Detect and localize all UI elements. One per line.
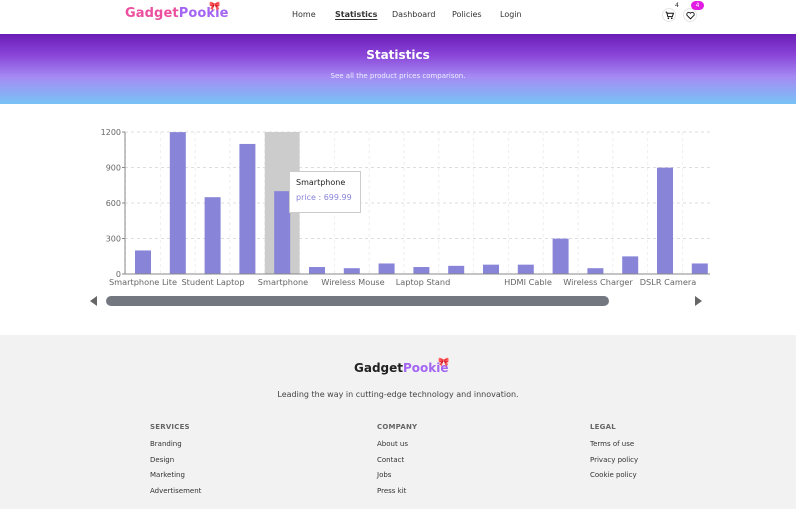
chart-bar[interactable] (448, 265, 465, 274)
x-tick-label: HDMI Cable (504, 277, 552, 287)
chart-bar[interactable] (274, 191, 291, 274)
footer-heading: SERVICES (150, 423, 190, 431)
x-tick-label: DSLR Camera (640, 277, 697, 287)
page-subtitle: See all the product prices comparison. (330, 72, 466, 80)
top-nav: GadgetPookie 🎀 Home Statistics Dashboard… (0, 0, 796, 34)
footer-heading: LEGAL (590, 423, 616, 431)
footer-link-contact[interactable]: Contact (377, 456, 417, 472)
price-chart-section: 0 300 600 900 1200 Smartphone Lite Student Lap… (0, 104, 796, 335)
nav-statistics[interactable]: Statistics (335, 10, 377, 19)
chart-bar[interactable] (587, 268, 604, 274)
x-tick-label: Laptop Stand (396, 277, 451, 287)
x-tick-label: Student Laptop (181, 277, 244, 287)
chart-bar[interactable] (691, 263, 708, 274)
footer-col-services: SERVICES Branding Design Marketing Adver… (150, 423, 201, 502)
footer-col-company: COMPANY About us Contact Jobs Press kit (377, 423, 417, 502)
chart-bar[interactable] (343, 268, 360, 274)
wishlist-count-badge: 4 (691, 1, 704, 10)
bow-icon: 🎀 (438, 358, 450, 368)
chart-bar[interactable] (622, 256, 639, 274)
chart-bar[interactable] (517, 264, 534, 274)
chart-bar[interactable] (483, 264, 499, 274)
chart-tooltip: Smartphone price : 699.99 (289, 171, 361, 213)
y-tick-label: 900 (106, 164, 121, 173)
tooltip-price: price : 699.99 (296, 193, 352, 202)
tooltip-product-name: Smartphone (296, 178, 346, 187)
statistics-banner: Statistics See all the product prices co… (0, 34, 796, 104)
cart-icon (665, 11, 674, 19)
footer-link-advertisement[interactable]: Advertisement (150, 487, 201, 503)
footer-link-press-kit[interactable]: Press kit (377, 487, 417, 503)
y-tick-label: 1200 (101, 128, 121, 137)
footer-heading: COMPANY (377, 423, 418, 431)
chart-bar[interactable] (378, 263, 395, 274)
cart-button[interactable] (662, 8, 676, 22)
footer-link-branding[interactable]: Branding (150, 440, 201, 456)
price-bar-chart: 03006009001200Smartphone Lite Student Lap… (101, 128, 710, 287)
footer-logo-gadget: Gadget (354, 361, 404, 375)
chart-bar[interactable] (135, 250, 151, 274)
footer-link-terms[interactable]: Terms of use (590, 440, 638, 456)
footer-col-legal: LEGAL Terms of use Privacy policy Cookie… (590, 423, 638, 487)
chart-bar[interactable] (552, 238, 569, 274)
footer-logo[interactable]: GadgetPookie 🎀 (354, 358, 450, 375)
x-tick-label: Smartphone Lite (109, 277, 177, 287)
y-tick-label: 600 (106, 199, 121, 208)
chart-bar[interactable] (169, 132, 186, 274)
chart-bar[interactable] (309, 267, 325, 274)
footer-link-design[interactable]: Design (150, 456, 201, 472)
chart-bar[interactable] (657, 167, 673, 274)
chart-scroll-right-arrow[interactable] (695, 296, 702, 306)
chart-bar[interactable] (239, 143, 256, 274)
footer-link-marketing[interactable]: Marketing (150, 471, 201, 487)
x-tick-label: Wireless Mouse (321, 277, 384, 287)
logo-text-gadget: Gadget (125, 6, 179, 21)
logo-text-pookie: Pookie (178, 6, 229, 21)
footer-link-about[interactable]: About us (377, 440, 417, 456)
footer-link-cookie[interactable]: Cookie policy (590, 471, 638, 487)
chart-bar[interactable] (413, 267, 430, 274)
nav-home[interactable]: Home (292, 10, 316, 19)
page-title: Statistics (366, 48, 430, 62)
nav-dashboard[interactable]: Dashboard (392, 10, 435, 19)
footer-tagline: Leading the way in cutting-edge technolo… (277, 390, 519, 399)
cart-count: 4 (675, 2, 679, 9)
footer: GadgetPookie 🎀 Leading the way in cuttin… (0, 335, 796, 509)
x-tick-label: Wireless Charger (563, 277, 633, 287)
footer-link-privacy[interactable]: Privacy policy (590, 456, 638, 472)
x-tick-label: Smartphone (258, 277, 308, 287)
chart-bar[interactable] (204, 197, 221, 274)
y-tick-label: 300 (106, 235, 121, 244)
wishlist-button[interactable] (683, 8, 697, 22)
nav-policies[interactable]: Policies (452, 10, 482, 19)
bow-icon: 🎀 (209, 2, 221, 12)
nav-login[interactable]: Login (500, 10, 522, 19)
footer-link-jobs[interactable]: Jobs (377, 471, 417, 487)
chart-scrollbar-thumb[interactable] (106, 296, 609, 306)
logo[interactable]: GadgetPookie 🎀 (125, 2, 229, 21)
chart-scroll-left-arrow[interactable] (90, 296, 97, 306)
heart-icon (685, 11, 695, 20)
